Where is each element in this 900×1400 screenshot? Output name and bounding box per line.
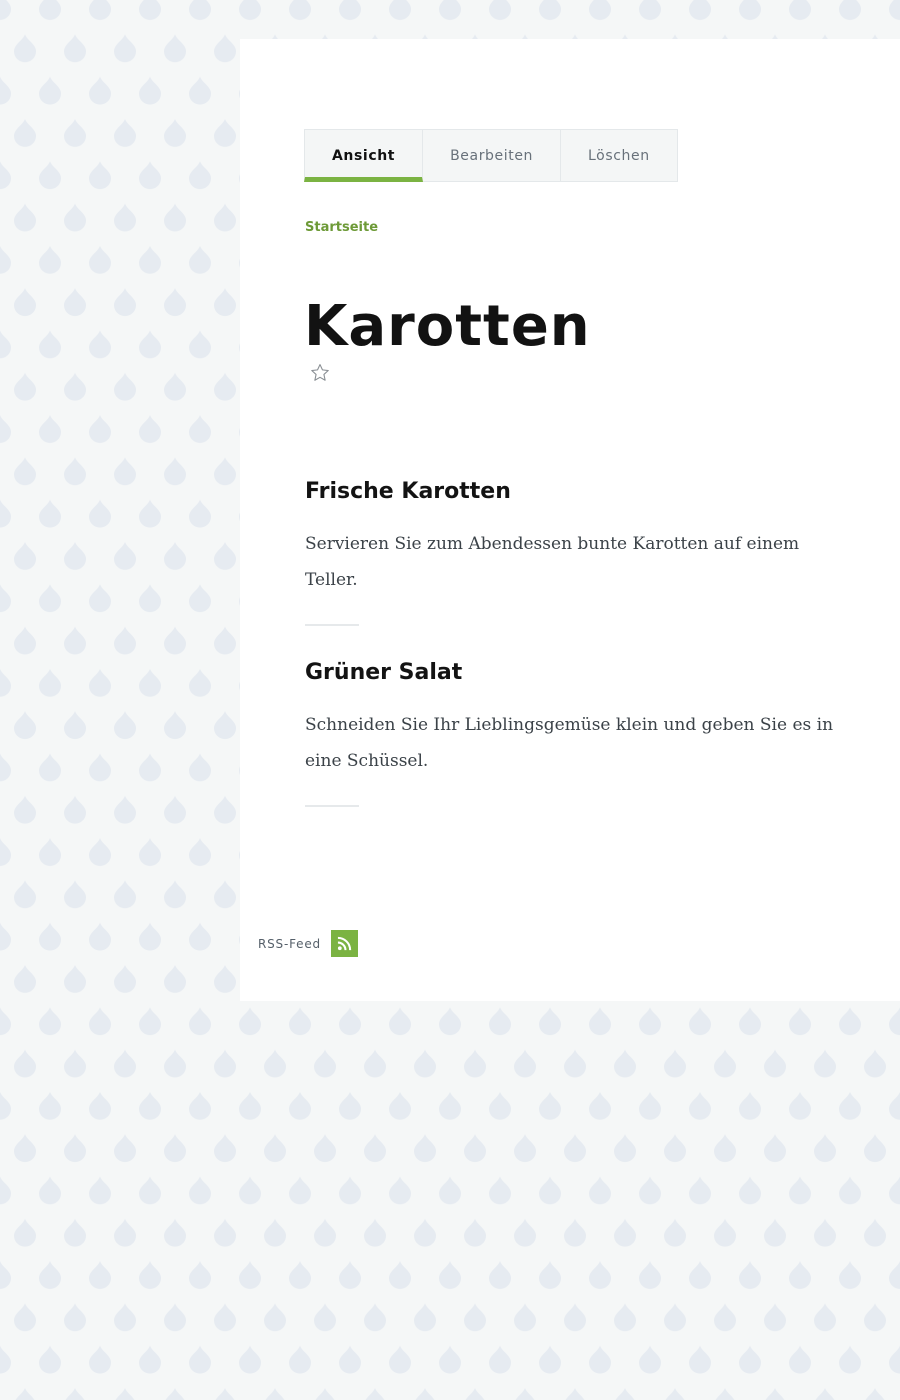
- rss-feed-link[interactable]: RSS-Feed: [258, 930, 358, 957]
- article-title[interactable]: Grüner Salat: [305, 656, 835, 690]
- rss-icon[interactable]: [330, 930, 358, 957]
- star-outline-icon: [311, 364, 329, 381]
- rss-feed-label: RSS-Feed: [258, 936, 321, 951]
- tab-edit[interactable]: Bearbeiten: [423, 129, 562, 182]
- list-item: Grüner Salat Schneiden Sie Ihr Lieblings…: [305, 656, 835, 807]
- article-list: Frische Karotten Servieren Sie zum Abend…: [305, 475, 835, 837]
- tab-delete-label: Löschen: [588, 147, 650, 164]
- list-item: Frische Karotten Servieren Sie zum Abend…: [305, 475, 835, 626]
- article-body: Schneiden Sie Ihr Lieblingsgemüse klein …: [305, 715, 834, 771]
- local-tasks-tabs: Ansicht Bearbeiten Löschen: [304, 129, 678, 182]
- tab-view-label: Ansicht: [332, 147, 396, 164]
- breadcrumb-home-link[interactable]: Startseite: [305, 220, 378, 235]
- main-content-panel: Ansicht Bearbeiten Löschen Startseite Ka…: [240, 39, 900, 1001]
- article-divider: [305, 624, 359, 626]
- page-title: Karotten: [304, 294, 591, 359]
- tab-delete[interactable]: Löschen: [561, 129, 678, 182]
- favorite-button[interactable]: [309, 362, 331, 384]
- article-divider: [305, 805, 359, 807]
- article-title[interactable]: Frische Karotten: [305, 475, 835, 509]
- article-body: Servieren Sie zum Abendessen bunte Karot…: [305, 534, 800, 590]
- tab-edit-label: Bearbeiten: [450, 147, 534, 164]
- tab-view[interactable]: Ansicht: [304, 129, 424, 182]
- rss-glyph-icon: [337, 936, 352, 951]
